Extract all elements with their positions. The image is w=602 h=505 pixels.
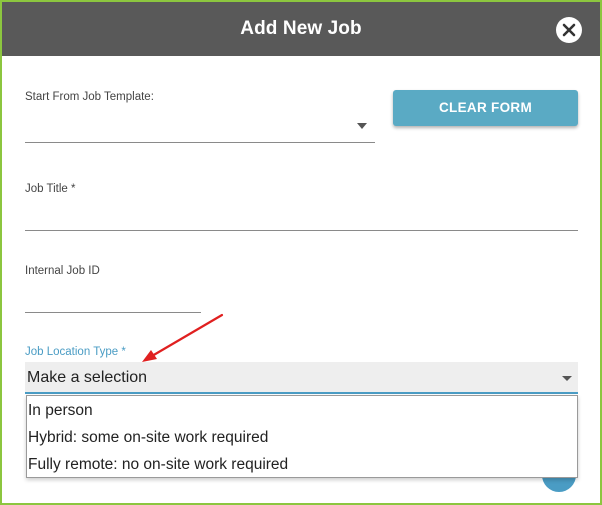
dialog-frame: Add New Job Start From Job Template: CLE… [0, 0, 602, 505]
annotation-arrow-icon [142, 313, 224, 362]
